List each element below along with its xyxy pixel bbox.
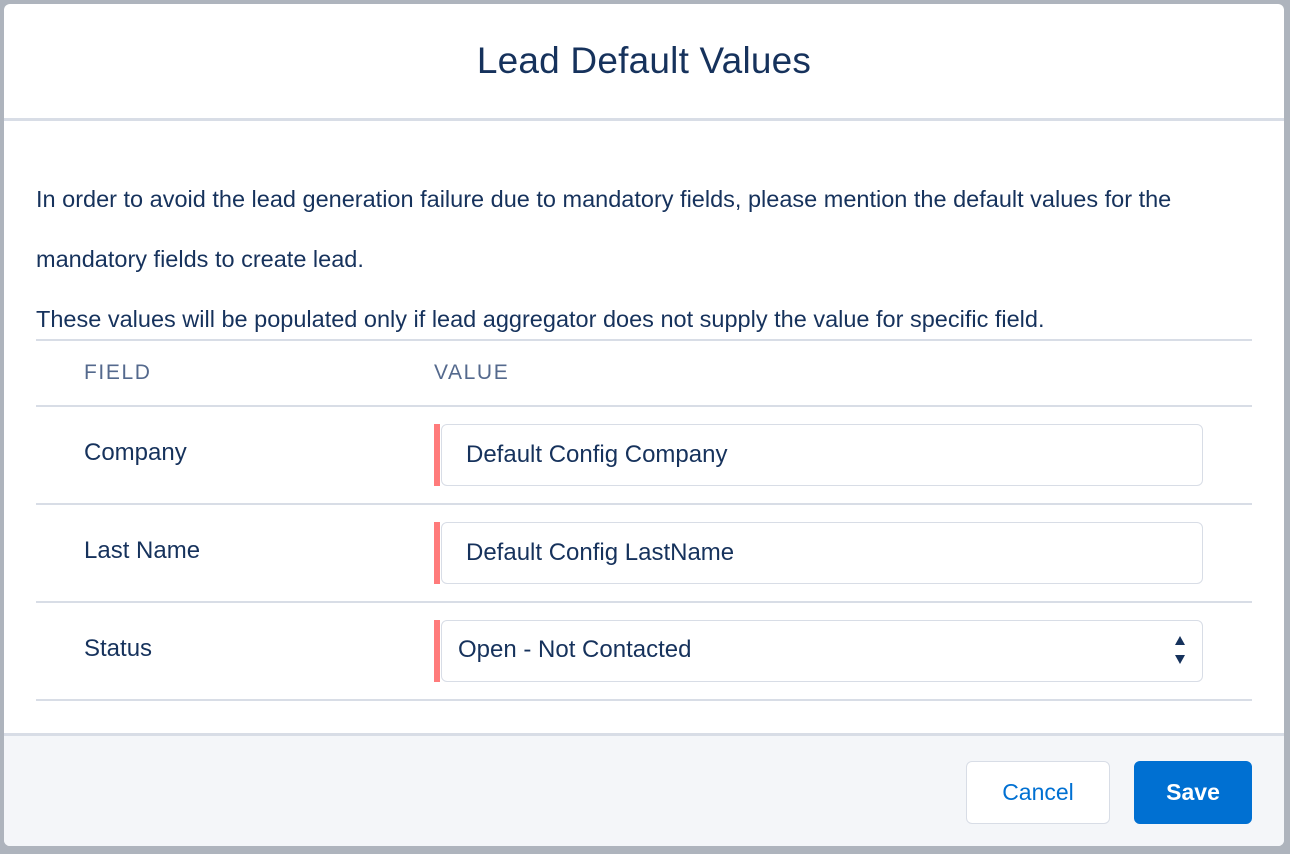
field-label-last-name: Last Name [84,537,201,564]
modal-body: In order to avoid the lead generation fa… [4,121,1284,733]
modal-title: Lead Default Values [476,40,812,81]
table-row: Status Open - Not Contacted [36,603,1252,701]
modal-footer: Cancel Save [4,733,1284,846]
modal-header: Lead Default Values [4,4,1284,121]
cancel-button[interactable]: Cancel [966,761,1110,824]
required-indicator [434,620,440,682]
table-row: Company [36,407,1252,505]
field-label-status: Status [84,635,153,662]
company-input[interactable] [441,424,1203,486]
required-indicator [434,522,440,584]
field-label-company: Company [84,439,187,466]
modal-dialog: Lead Default Values In order to avoid th… [4,4,1284,846]
default-values-table: FIELD VALUE Company Last Name Status Ope… [36,339,1252,701]
column-header-value: VALUE [434,361,510,384]
column-header-field: FIELD [84,361,152,384]
sort-arrows-icon [1175,636,1185,664]
intro-text: In order to avoid the lead generation fa… [36,169,1236,349]
table-row: Last Name [36,505,1252,603]
status-select[interactable]: Open - Not Contacted [441,620,1203,682]
intro-paragraph: In order to avoid the lead generation fa… [36,186,1172,272]
required-indicator [434,424,440,486]
save-button[interactable]: Save [1134,761,1252,824]
last-name-input[interactable] [441,522,1203,584]
status-select-value: Open - Not Contacted [458,636,692,663]
table-header: FIELD VALUE [36,339,1252,407]
